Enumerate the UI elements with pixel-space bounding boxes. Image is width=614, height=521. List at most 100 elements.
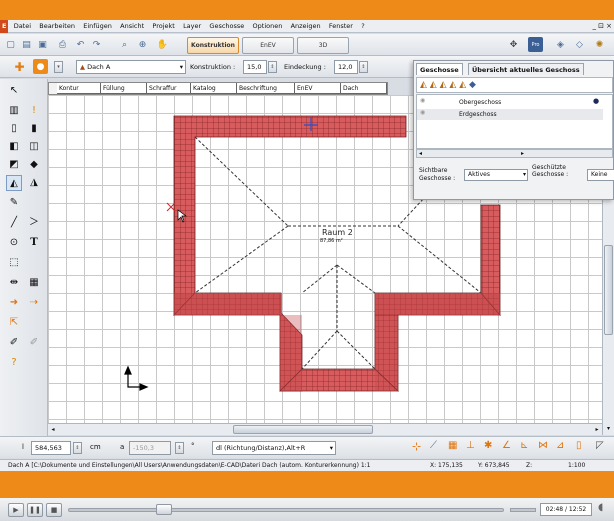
snap-frame-icon[interactable]: ▯ <box>576 440 582 451</box>
horizontal-scrollbar[interactable]: ◂ ▸ <box>48 423 602 435</box>
scroll-right-icon[interactable]: ▸ <box>521 150 524 157</box>
length-field[interactable]: 584,563 <box>31 441 71 455</box>
column-beschriftung[interactable]: Beschriftung <box>237 83 295 94</box>
length-stepper[interactable]: ⇕ <box>73 442 82 454</box>
list-item[interactable]: ◉ Obergeschoss ● <box>417 97 603 108</box>
konstruktion-field[interactable]: 15,0 <box>243 60 267 74</box>
snap-polar-icon[interactable]: ⊿ <box>556 440 564 451</box>
menu-anzeigen[interactable]: Anzeigen <box>288 20 324 33</box>
protected-floors-select[interactable]: Keine <box>587 169 614 181</box>
compass-icon[interactable]: ✥ <box>506 37 521 52</box>
menu-bearbeiten[interactable]: Bearbeiten <box>36 20 78 33</box>
element-type-dropdown-icon[interactable]: ▾ <box>54 61 63 73</box>
save-icon[interactable]: ▣ <box>35 37 50 52</box>
menu-einfuegen[interactable]: Einfügen <box>80 20 115 33</box>
list-item[interactable]: ◉ Erdgeschoss <box>417 109 603 120</box>
floor-settings-icon[interactable]: ◭ <box>459 80 466 90</box>
column-kontur[interactable]: Kontur <box>57 83 101 94</box>
redo-icon[interactable]: ↷ <box>89 37 104 52</box>
minimize-icon[interactable]: _ <box>593 20 597 33</box>
settings-gear-icon[interactable]: ✺ <box>592 37 607 52</box>
snap-grid-icon[interactable]: ▦ <box>448 440 457 451</box>
pillar-tool-icon[interactable]: ▮ <box>26 121 42 137</box>
eindeckung-stepper[interactable]: ⇕ <box>359 61 368 73</box>
window-tool-icon[interactable]: ◫ <box>26 139 42 155</box>
scroll-left-icon[interactable]: ◂ <box>419 150 422 157</box>
snap-angle-icon[interactable]: ∠ <box>502 440 511 451</box>
volume-icon[interactable]: ◖ <box>598 502 603 513</box>
progress-track[interactable] <box>68 508 504 512</box>
tab-enev[interactable]: EnEV <box>242 37 294 54</box>
visibility-eye-icon[interactable]: ◉ <box>420 109 425 116</box>
menu-fenster[interactable]: Fenster <box>326 20 356 33</box>
circle-tool-icon[interactable]: ⊙ <box>6 235 22 251</box>
measure-tool-icon[interactable]: ✐ <box>6 335 22 351</box>
select-arrow-icon[interactable]: ↖ <box>6 83 22 99</box>
pro-icon[interactable]: Pro <box>528 37 543 52</box>
column-schraffur[interactable]: Schraffur <box>147 83 191 94</box>
floor-add-icon[interactable]: ◭ <box>420 80 427 90</box>
layers-icon[interactable]: ◈ <box>553 37 568 52</box>
input-mode-select[interactable]: dl (Richtung/Distanz),Alt+R ▾ <box>212 441 336 455</box>
visibility-eye-icon[interactable]: ◉ <box>420 97 425 104</box>
stop-icon[interactable]: ■ <box>46 503 62 517</box>
floor-copy-icon[interactable]: ◭ <box>430 80 437 90</box>
polyline-tool-icon[interactable]: ＞ <box>26 215 42 231</box>
app-logo[interactable]: E <box>0 20 9 33</box>
pencil-tool-icon[interactable]: ✎ <box>6 195 22 211</box>
progress-knob-icon[interactable] <box>156 504 172 515</box>
menu-projekt[interactable]: Projekt <box>149 20 177 33</box>
angle-stepper[interactable]: ⇕ <box>175 442 184 454</box>
vertical-scroll-thumb[interactable] <box>604 245 613 335</box>
open-folder-icon[interactable]: ▤ <box>19 37 34 52</box>
element-select[interactable]: ▲ Dach A ▾ <box>76 60 186 74</box>
floor-3d-icon[interactable]: ◆ <box>469 80 476 90</box>
play-icon[interactable]: ▶ <box>8 503 24 517</box>
menu-ansicht[interactable]: Ansicht <box>117 20 147 33</box>
column-enev[interactable]: EnEV <box>295 83 341 94</box>
new-file-icon[interactable]: ▢ <box>3 37 18 52</box>
dimension-tool-icon[interactable]: ⇹ <box>6 275 22 291</box>
tab-uebersicht[interactable]: Übersicht aktuelles Geschoss <box>468 63 584 75</box>
line-tool-icon[interactable]: ╱ <box>6 215 22 231</box>
scroll-down-icon[interactable]: ▾ <box>603 425 614 435</box>
print-icon[interactable]: ⎙ <box>55 37 70 52</box>
info-icon[interactable]: ! <box>26 103 42 119</box>
copy-tool-icon[interactable]: ⇢ <box>26 295 42 311</box>
text-tool-icon[interactable]: T <box>26 235 42 251</box>
snap-perpendicular-icon[interactable]: ⊥ <box>466 440 475 451</box>
zoom-in-icon[interactable]: ⊕ <box>135 37 150 52</box>
tab-geschosse[interactable]: Geschosse <box>416 63 463 75</box>
eindeckung-field[interactable]: 12,0 <box>334 60 358 74</box>
snap-ortho-icon[interactable]: ⊾ <box>520 440 528 451</box>
scroll-left-icon[interactable]: ◂ <box>48 424 58 435</box>
element-type-icon[interactable]: ● <box>33 59 48 74</box>
snap-corner-icon[interactable]: ◸ <box>596 440 604 451</box>
scroll-right-icon[interactable]: ▸ <box>592 424 602 435</box>
column-fuellung[interactable]: Füllung <box>101 83 147 94</box>
angle-field[interactable]: -150,3 <box>129 441 171 455</box>
tab-konstruktion[interactable]: Konstruktion <box>187 37 239 54</box>
panel-hscroll[interactable]: ◂ ▸ <box>416 149 613 158</box>
visible-floors-select[interactable]: Aktives ▾ <box>464 169 528 181</box>
close-icon[interactable]: × <box>606 20 612 33</box>
konstruktion-stepper[interactable]: ⇕ <box>268 61 277 73</box>
menu-optionen[interactable]: Optionen <box>250 20 286 33</box>
image-tool-icon[interactable]: ▦ <box>26 275 42 291</box>
floor-up-icon[interactable]: ◭ <box>440 80 447 90</box>
rectangle-tool-icon[interactable]: ⬚ <box>6 255 22 271</box>
door-tool-icon[interactable]: ◧ <box>6 139 22 155</box>
add-element-icon[interactable]: ✚ <box>12 59 27 74</box>
tab-3d[interactable]: 3D <box>297 37 349 54</box>
undo-icon[interactable]: ↶ <box>73 37 88 52</box>
menu-datei[interactable]: Datei <box>11 20 34 33</box>
floor-down-icon[interactable]: ◭ <box>449 80 456 90</box>
pan-hand-icon[interactable]: ✋ <box>155 37 170 52</box>
snap-midpoint-icon[interactable]: ⋈ <box>538 440 548 451</box>
zoom-window-icon[interactable]: ⌕ <box>117 37 132 52</box>
column-dach[interactable]: Dach <box>341 83 387 94</box>
column-tool-icon[interactable]: ▯ <box>6 121 22 137</box>
stair-tool-icon[interactable]: ◩ <box>6 157 22 173</box>
dormer-tool-icon[interactable]: ◮ <box>26 175 42 191</box>
column-katalog[interactable]: Katalog <box>191 83 237 94</box>
